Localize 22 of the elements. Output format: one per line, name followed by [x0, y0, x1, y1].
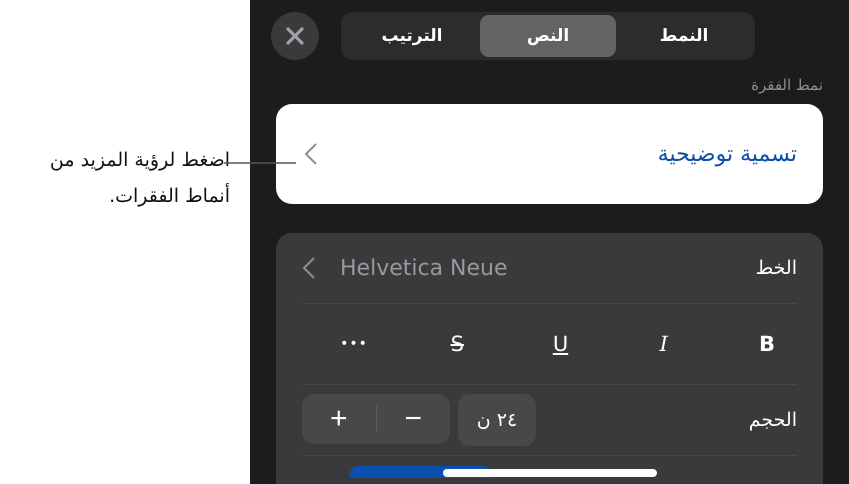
section-label: نمط الفقرة — [750, 75, 823, 96]
tab[interactable]: النمط — [616, 15, 752, 57]
close-button[interactable] — [271, 12, 319, 60]
close-icon — [285, 26, 305, 46]
bold-button[interactable]: B — [737, 332, 797, 356]
increase-button[interactable]: + — [302, 394, 376, 444]
underline-button[interactable]: U — [530, 332, 590, 356]
more-button[interactable]: ••• — [324, 336, 384, 352]
tab[interactable]: النص — [480, 15, 616, 57]
font-label: الخط — [756, 257, 797, 280]
chevron-icon — [302, 256, 316, 280]
decrease-button[interactable]: − — [376, 394, 450, 444]
chevron-icon — [304, 142, 318, 166]
paragraph-style-value: تسمية توضيحية — [658, 142, 797, 167]
size-label: الحجم — [748, 409, 797, 432]
size-field[interactable]: ٢٤ ن — [458, 394, 536, 446]
tab[interactable]: الترتيب — [344, 15, 480, 57]
font-picker[interactable]: Helvetica Neue — [302, 256, 508, 281]
strikethrough-button[interactable]: S — [427, 332, 488, 356]
italic-button[interactable]: I — [634, 332, 694, 356]
paragraph-style-row[interactable]: تسمية توضيحية — [276, 104, 823, 204]
callout-text: اضغط لرؤية المزيد من أنماط الفقرات. — [48, 148, 230, 209]
